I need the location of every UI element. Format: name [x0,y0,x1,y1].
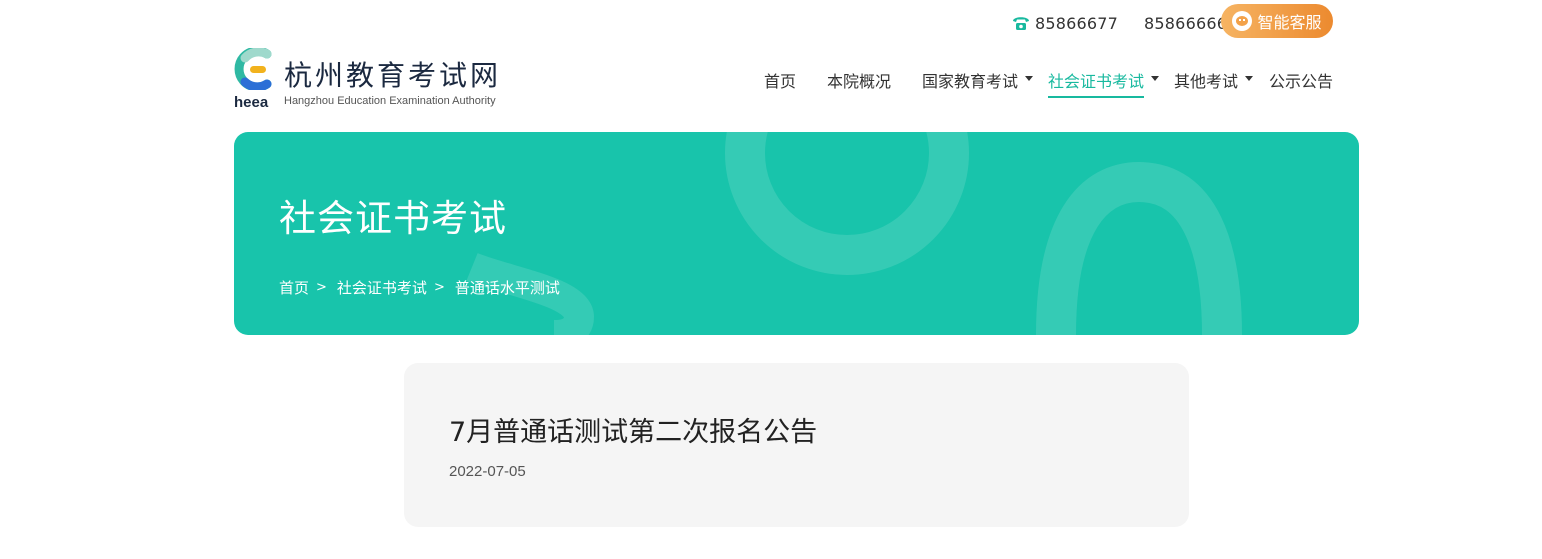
breadcrumb-separator: > [316,280,327,295]
article-title[interactable]: 7月普通话测试第二次报名公告 [449,410,817,449]
nav-item-about[interactable]: 本院概况 [827,68,891,98]
phone-number-2: 85866666 [1144,13,1228,33]
phone-number-1: 85866677 [1035,13,1119,33]
chat-bot-icon [1232,11,1253,31]
nav-item-certificate-exams[interactable]: 社会证书考试 [1048,68,1145,98]
smart-service-label: 智能客服 [1257,13,1322,32]
nav-item-home[interactable]: 首页 [764,68,796,98]
nav-item-label: 国家教育考试 [922,72,1019,91]
smart-service-button[interactable]: 智能客服 [1221,4,1333,38]
breadcrumb-home[interactable]: 首页 [279,277,309,298]
caret-down-icon [1025,76,1034,81]
page-banner: 社会证书考试 首页 > 社会证书考试 > 普通话水平测试 [234,132,1359,335]
banner-title: 社会证书考试 [279,197,507,240]
article-card: 7月普通话测试第二次报名公告 2022-07-05 [404,363,1189,527]
nav-item-label: 首页 [764,72,797,91]
nav-item-label: 公示公告 [1269,72,1334,91]
nav-item-label: 本院概况 [827,72,892,91]
phone-numbers: 85866677 85866666 [1011,13,1227,33]
nav-item-national-exams[interactable]: 国家教育考试 [922,68,1034,98]
nav-item-label: 其他考试 [1174,72,1239,91]
breadcrumb: 首页 > 社会证书考试 > 普通话水平测试 [279,277,560,298]
article-date: 2022-07-05 [449,463,526,480]
main-nav: 首页 本院概况 国家教育考试 社会证书考试 其他考试 公示公告 [0,68,1542,100]
caret-down-icon [1245,76,1254,81]
top-contact-bar: 85866677 85866666 智能客服 [0,4,1542,40]
breadcrumb-certificate-exams[interactable]: 社会证书考试 [337,277,427,298]
nav-item-other-exams[interactable]: 其他考试 [1174,68,1254,98]
nav-item-label: 社会证书考试 [1048,72,1145,91]
phone-icon [1011,13,1031,33]
nav-item-announcements[interactable]: 公示公告 [1269,68,1333,98]
caret-down-icon[interactable] [1151,76,1159,81]
breadcrumb-mandarin-test[interactable]: 普通话水平测试 [455,277,560,298]
breadcrumb-separator: > [433,280,445,295]
